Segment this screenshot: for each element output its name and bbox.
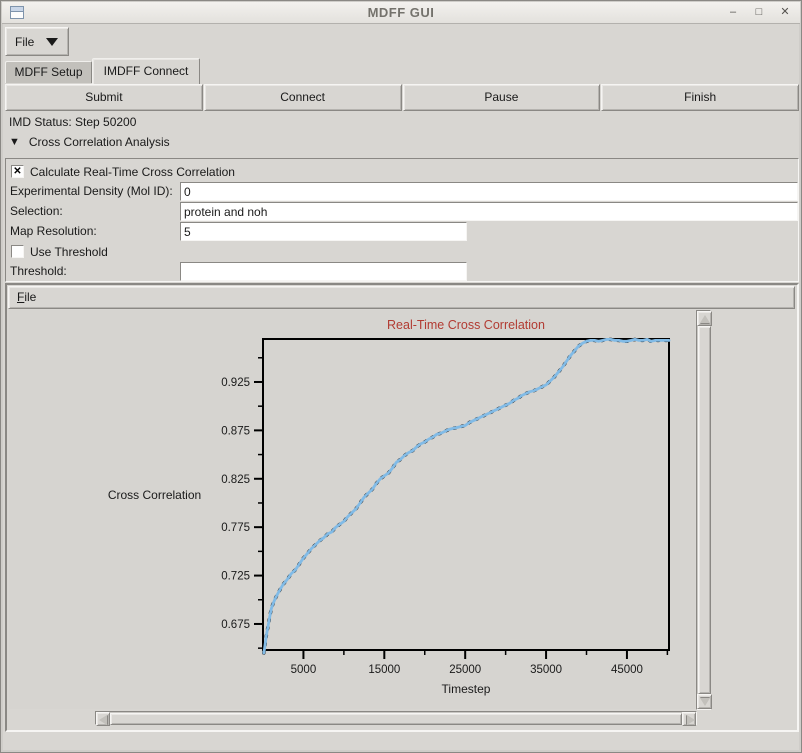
finish-button[interactable]: Finish [601, 84, 799, 111]
svg-text:0.725: 0.725 [221, 571, 250, 583]
experimental-density-label: Experimental Density (Mol ID): [10, 184, 173, 198]
plot-file-menu[interactable]: File [17, 290, 36, 304]
map-resolution-field[interactable] [180, 222, 467, 241]
plot-canvas: Real-Time Cross Correlation Cross Correl… [9, 310, 695, 709]
cross-correlation-section-header[interactable]: ▼ Cross Correlation Analysis [9, 135, 170, 149]
scroll-left-button[interactable] [96, 712, 110, 726]
connect-button[interactable]: Connect [204, 84, 402, 111]
svg-text:0.825: 0.825 [221, 474, 250, 486]
scroll-right-button[interactable] [682, 712, 696, 726]
imd-status-label: IMD Status: Step 50200 [9, 115, 136, 129]
collapse-triangle-icon: ▼ [9, 136, 20, 148]
threshold-field[interactable] [180, 262, 467, 281]
svg-text:0.925: 0.925 [221, 377, 250, 389]
threshold-label: Threshold: [10, 264, 67, 278]
svg-text:0.775: 0.775 [221, 522, 250, 534]
mdff-gui-window: MDFF GUI – □ ✕ File MDFF Setup IMDFF Con… [0, 0, 802, 753]
cross-correlation-chart: 0.675 0.725 0.775 0.825 0.875 0.925 5000 15000 2… [9, 310, 695, 709]
tab-mdff-setup[interactable]: MDFF Setup [5, 61, 92, 83]
use-threshold-label: Use Threshold [30, 245, 108, 259]
calc-cc-checkbox-label: Calculate Real-Time Cross Correlation [30, 165, 235, 179]
scroll-left-icon [99, 715, 107, 725]
vertical-scrollbar[interactable] [696, 310, 711, 710]
close-icon[interactable]: ✕ [778, 4, 792, 20]
plot-frame: File Real-Time Cross Correlation Cross C… [5, 283, 799, 732]
minimize-icon[interactable]: – [726, 4, 740, 20]
action-button-row: Submit Connect Pause Finish [5, 84, 799, 111]
scroll-up-icon [700, 315, 710, 323]
experimental-density-field[interactable] [180, 182, 798, 201]
vertical-scroll-thumb[interactable] [698, 326, 711, 694]
title-bar: MDFF GUI – □ ✕ [2, 2, 800, 24]
scroll-right-icon [687, 715, 695, 725]
horizontal-scrollbar[interactable] [95, 711, 697, 725]
scroll-down-button[interactable] [697, 694, 712, 709]
file-menu-button[interactable]: File [5, 27, 69, 56]
window-title: MDFF GUI [2, 5, 800, 20]
svg-text:0.875: 0.875 [221, 425, 250, 437]
chart-x-axis-label: Timestep [266, 682, 666, 696]
horizontal-scroll-thumb[interactable] [110, 713, 682, 725]
cross-correlation-frame: ✕ Calculate Real-Time Cross Correlation … [5, 158, 799, 282]
use-threshold-checkbox[interactable] [11, 245, 24, 258]
scroll-up-button[interactable] [697, 311, 712, 326]
calc-cc-checkbox[interactable]: ✕ [11, 165, 24, 178]
chevron-down-icon [46, 38, 58, 46]
chart-y-axis-label: Cross Correlation [97, 488, 212, 502]
plot-menubar: File [8, 286, 795, 309]
selection-field[interactable] [180, 202, 798, 221]
svg-text:5000: 5000 [291, 664, 317, 676]
svg-text:45000: 45000 [611, 664, 643, 676]
pause-button[interactable]: Pause [403, 84, 601, 111]
chart-title: Real-Time Cross Correlation [266, 318, 666, 332]
svg-text:0.675: 0.675 [221, 619, 250, 631]
maximize-icon[interactable]: □ [752, 4, 766, 20]
svg-text:25000: 25000 [449, 664, 481, 676]
file-menu-label: File [15, 35, 34, 49]
scroll-down-icon [700, 698, 710, 706]
tab-imdff-connect[interactable]: IMDFF Connect [92, 58, 200, 84]
cross-correlation-section-label: Cross Correlation Analysis [29, 135, 170, 149]
selection-label: Selection: [10, 204, 63, 218]
svg-text:15000: 15000 [368, 664, 400, 676]
svg-text:35000: 35000 [530, 664, 562, 676]
submit-button[interactable]: Submit [5, 84, 203, 111]
map-resolution-label: Map Resolution: [10, 224, 97, 238]
